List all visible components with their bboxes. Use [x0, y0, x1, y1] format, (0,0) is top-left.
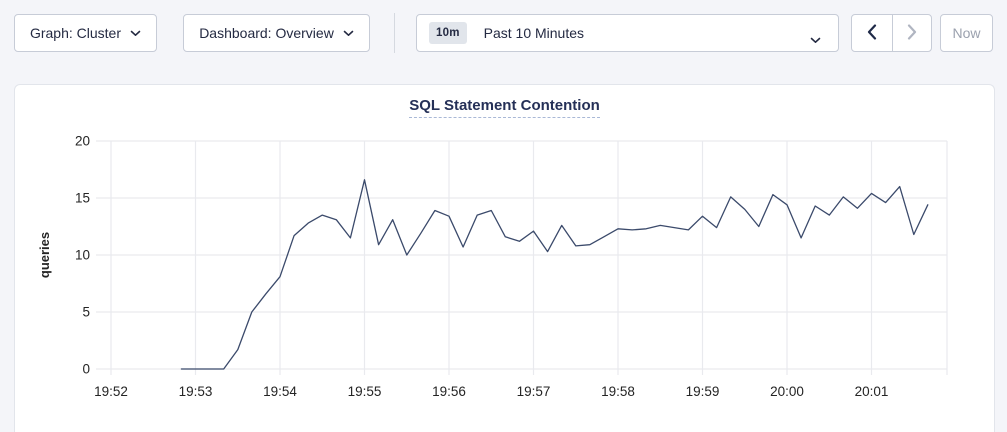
- y-axis-title: queries: [37, 232, 52, 278]
- x-tick-label: 19:55: [348, 384, 382, 399]
- dashboard-dropdown[interactable]: Dashboard: Overview: [183, 14, 370, 52]
- time-range-picker[interactable]: 10m Past 10 Minutes: [416, 14, 839, 52]
- now-button[interactable]: Now: [940, 14, 993, 52]
- graph-dropdown-label: Graph: Cluster: [30, 25, 121, 41]
- y-tick-label: 15: [75, 191, 90, 206]
- chevron-down-icon: [810, 31, 821, 47]
- y-tick-label: 20: [75, 134, 90, 149]
- chevron-right-icon: [907, 24, 917, 43]
- dashboard-dropdown-label: Dashboard: Overview: [199, 25, 334, 41]
- x-tick-label: 19:53: [179, 384, 213, 399]
- time-forward-button[interactable]: [892, 15, 932, 51]
- graph-dropdown[interactable]: Graph: Cluster: [14, 14, 157, 52]
- chart-title-row: SQL Statement Contention: [15, 97, 994, 115]
- chevron-down-icon: [130, 30, 141, 37]
- x-tick-label: 19:58: [601, 384, 635, 399]
- y-tick-label: 5: [82, 305, 90, 320]
- time-range-label: Past 10 Minutes: [484, 25, 584, 41]
- time-range-badge: 10m: [429, 22, 467, 44]
- db-console-page: Graph: Cluster Dashboard: Overview 10m P…: [0, 0, 1007, 432]
- sql-contention-chart[interactable]: 0 5 10 15 20 19:52 19:53 19:54 19:55 19:56 19:57 19…: [15, 85, 994, 431]
- x-tick-label: 19:52: [94, 384, 128, 399]
- x-tick-label: 20:00: [770, 384, 804, 399]
- time-back-button[interactable]: [852, 15, 892, 51]
- y-tick-label: 10: [75, 248, 90, 263]
- toolbar: Graph: Cluster Dashboard: Overview 10m P…: [0, 0, 1007, 70]
- chevron-down-icon: [343, 30, 354, 37]
- x-tick-label: 19:56: [432, 384, 466, 399]
- chart-panel: 0 5 10 15 20 19:52 19:53 19:54 19:55 19:56 19:57 19…: [14, 84, 995, 432]
- data-line: [181, 180, 927, 369]
- x-tick-label: 19:59: [686, 384, 720, 399]
- chart-title[interactable]: SQL Statement Contention: [409, 97, 600, 118]
- x-tick-label: 19:54: [263, 384, 297, 399]
- time-nav-group: [851, 14, 932, 52]
- chevron-left-icon: [867, 24, 877, 43]
- y-tick-label: 0: [82, 362, 90, 377]
- toolbar-divider: [394, 13, 395, 53]
- x-tick-label: 19:57: [517, 384, 551, 399]
- x-tick-label: 20:01: [855, 384, 889, 399]
